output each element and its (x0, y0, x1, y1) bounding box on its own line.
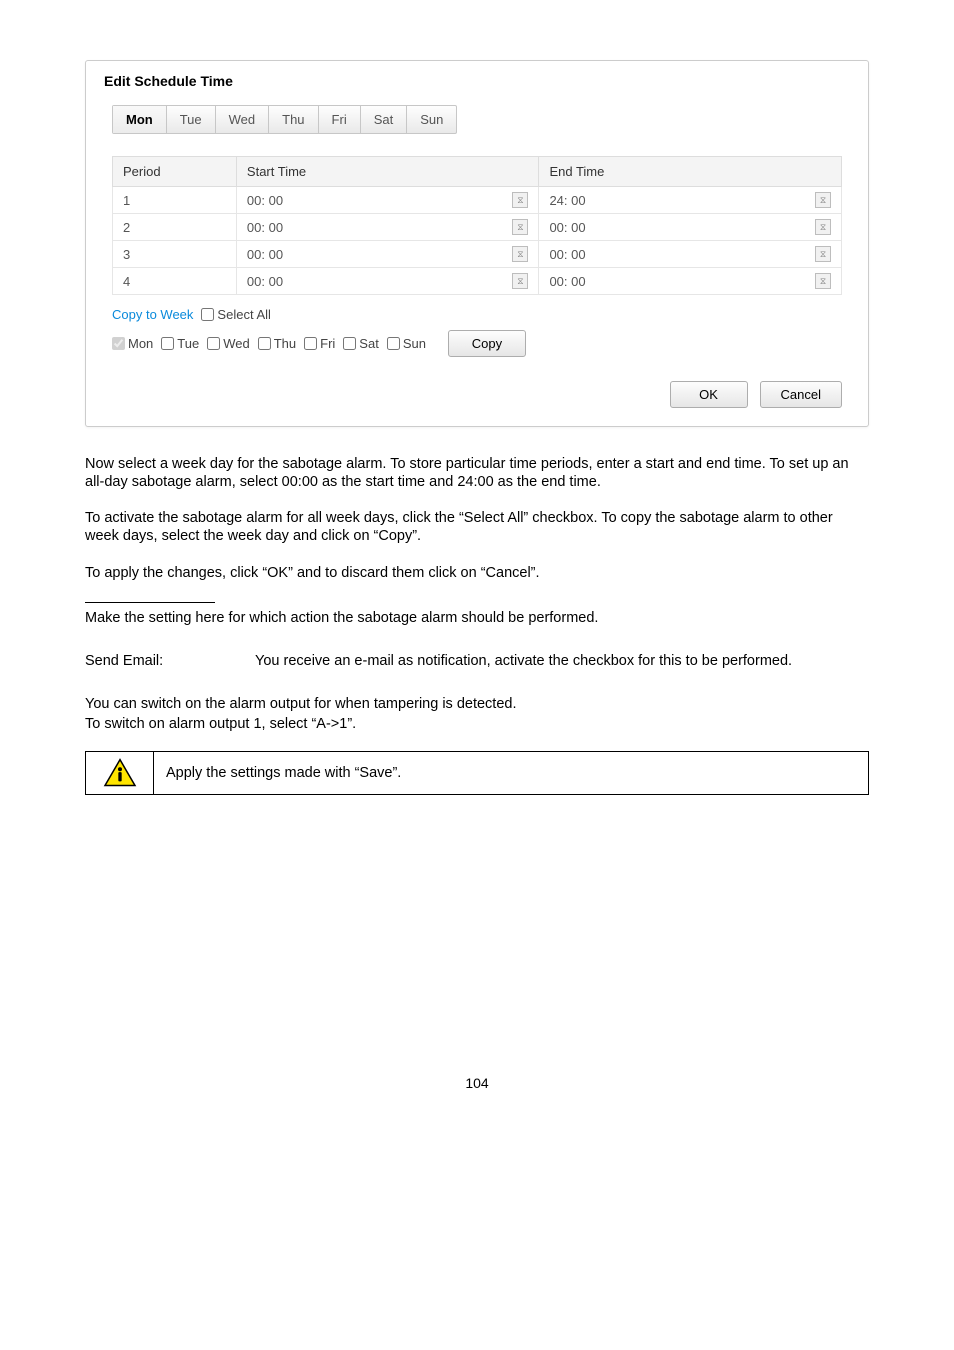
day-tabs: Mon Tue Wed Thu Fri Sat Sun (112, 105, 457, 134)
time-picker-icon[interactable]: ⧖ (815, 273, 831, 289)
select-all-label: Select All (217, 307, 270, 322)
start-cell[interactable]: 00: 00 ⧖ (236, 268, 539, 295)
tab-thu[interactable]: Thu (269, 106, 318, 133)
period-cell: 3 (113, 241, 237, 268)
start-value: 00: 00 (247, 220, 283, 235)
cancel-button[interactable]: Cancel (760, 381, 842, 408)
end-value: 00: 00 (549, 247, 585, 262)
tab-fri[interactable]: Fri (319, 106, 361, 133)
tab-sun[interactable]: Sun (407, 106, 456, 133)
days-row: Mon Tue Wed Thu Fri Sat Sun Copy (112, 328, 842, 357)
tab-sat[interactable]: Sat (361, 106, 408, 133)
schedule-table: Period Start Time End Time 1 00: 00 ⧖ 24:… (112, 156, 842, 295)
paragraph: Now select a week day for the sabotage a… (85, 455, 869, 491)
tab-mon[interactable]: Mon (113, 106, 167, 133)
day-mon-checkbox[interactable]: Mon (112, 336, 153, 351)
day-label: Thu (274, 336, 296, 351)
page-number: 104 (85, 1075, 869, 1091)
end-value: 00: 00 (549, 220, 585, 235)
end-value: 00: 00 (549, 274, 585, 289)
day-label: Mon (128, 336, 153, 351)
end-cell[interactable]: 24: 00 ⧖ (539, 187, 842, 214)
start-cell[interactable]: 00: 00 ⧖ (236, 214, 539, 241)
copy-to-week-label: Copy to Week (112, 307, 193, 322)
paragraph: To switch on alarm output 1, select “A->… (85, 715, 869, 733)
day-label: Sun (403, 336, 426, 351)
ok-button[interactable]: OK (670, 381, 748, 408)
day-sun-checkbox[interactable]: Sun (387, 336, 426, 351)
tab-tue[interactable]: Tue (167, 106, 216, 133)
section-divider (85, 602, 215, 603)
start-cell[interactable]: 00: 00 ⧖ (236, 241, 539, 268)
time-picker-icon[interactable]: ⧖ (512, 219, 528, 235)
day-tue-checkbox[interactable]: Tue (161, 336, 199, 351)
day-label: Fri (320, 336, 335, 351)
day-label: Sat (359, 336, 379, 351)
time-picker-icon[interactable]: ⧖ (512, 273, 528, 289)
period-cell: 4 (113, 268, 237, 295)
send-email-row: Send Email: You receive an e-mail as not… (85, 653, 869, 669)
paragraph: You can switch on the alarm output for w… (85, 695, 869, 713)
paragraph: To activate the sabotage alarm for all w… (85, 509, 869, 545)
period-cell: 2 (113, 214, 237, 241)
end-cell[interactable]: 00: 00 ⧖ (539, 241, 842, 268)
start-value: 00: 00 (247, 247, 283, 262)
start-value: 00: 00 (247, 193, 283, 208)
edit-schedule-dialog: Edit Schedule Time Mon Tue Wed Thu Fri S… (85, 60, 869, 427)
paragraph: To apply the changes, click “OK” and to … (85, 564, 869, 582)
dialog-body: Mon Tue Wed Thu Fri Sat Sun Period Start… (86, 99, 868, 426)
table-row: 4 00: 00 ⧖ 00: 00 ⧖ (113, 268, 842, 295)
time-picker-icon[interactable]: ⧖ (512, 246, 528, 262)
day-sat-checkbox[interactable]: Sat (343, 336, 379, 351)
tab-wed[interactable]: Wed (216, 106, 270, 133)
copy-button[interactable]: Copy (448, 330, 526, 357)
send-email-text: You receive an e-mail as notification, a… (255, 653, 792, 669)
day-fri-checkbox[interactable]: Fri (304, 336, 335, 351)
table-row: 3 00: 00 ⧖ 00: 00 ⧖ (113, 241, 842, 268)
end-cell[interactable]: 00: 00 ⧖ (539, 214, 842, 241)
day-label: Tue (177, 336, 199, 351)
day-wed-checkbox[interactable]: Wed (207, 336, 250, 351)
time-picker-icon[interactable]: ⧖ (815, 192, 831, 208)
time-picker-icon[interactable]: ⧖ (815, 246, 831, 262)
schedule-body: 1 00: 00 ⧖ 24: 00 ⧖ 2 00: 00 ⧖ 00: 00 ⧖ 3 00… (113, 187, 842, 295)
day-thu-checkbox[interactable]: Thu (258, 336, 296, 351)
end-cell[interactable]: 00: 00 ⧖ (539, 268, 842, 295)
info-text: Apply the settings made with “Save”. (154, 752, 413, 794)
info-box: Apply the settings made with “Save”. (85, 751, 869, 795)
copy-to-week-row: Copy to Week Select All (112, 305, 842, 322)
send-email-label: Send Email: (85, 653, 205, 669)
col-end: End Time (539, 157, 842, 187)
col-period: Period (113, 157, 237, 187)
time-picker-icon[interactable]: ⧖ (815, 219, 831, 235)
table-row: 2 00: 00 ⧖ 00: 00 ⧖ (113, 214, 842, 241)
period-cell: 1 (113, 187, 237, 214)
info-icon (86, 752, 154, 794)
end-value: 24: 00 (549, 193, 585, 208)
table-row: 1 00: 00 ⧖ 24: 00 ⧖ (113, 187, 842, 214)
start-value: 00: 00 (247, 274, 283, 289)
col-start: Start Time (236, 157, 539, 187)
day-label: Wed (223, 336, 250, 351)
start-cell[interactable]: 00: 00 ⧖ (236, 187, 539, 214)
paragraph: Make the setting here for which action t… (85, 609, 869, 627)
select-all-checkbox[interactable]: Select All (201, 307, 270, 322)
dialog-footer: OK Cancel (112, 381, 842, 408)
dialog-title: Edit Schedule Time (86, 61, 868, 99)
time-picker-icon[interactable]: ⧖ (512, 192, 528, 208)
